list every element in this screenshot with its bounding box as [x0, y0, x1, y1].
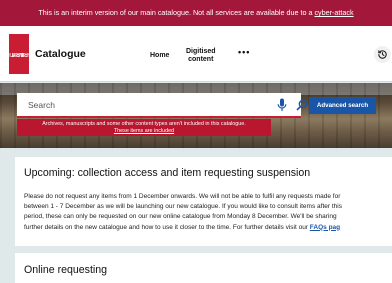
suspension-notice-body: Please do not request any items from 1 D… [24, 192, 392, 233]
search-icon[interactable] [296, 99, 308, 111]
catalogue-title[interactable]: Catalogue [35, 48, 86, 60]
history-button[interactable] [374, 46, 391, 63]
microphone-icon[interactable] [277, 98, 287, 112]
logo-text: BRITISH LIBRARY [1, 51, 38, 57]
advanced-search-button[interactable]: Advanced search [309, 97, 376, 114]
notice-line: period, these can only be requested on o… [24, 213, 337, 221]
nav-more-button[interactable]: ••• [238, 48, 250, 57]
site-header: BRITISH LIBRARY Catalogue Home Digitised c… [0, 26, 392, 82]
search-input[interactable] [17, 93, 257, 116]
banner-text: This is an interim version of our main c… [38, 8, 315, 17]
notice-line: Please do not request any items from 1 D… [24, 193, 341, 200]
online-requesting-title: Online requesting [24, 264, 108, 276]
suspension-notice-title: Upcoming: collection access and item req… [24, 167, 311, 179]
history-clock-icon [378, 50, 387, 59]
catalogue-scope-note: Archives, manuscripts and some other con… [17, 119, 271, 136]
suspension-notice-card: Upcoming: collection access and item req… [15, 157, 392, 246]
cyber-attack-link[interactable]: cyber-attack [314, 8, 353, 17]
notice-line: between 1 - 7 December as we will be lau… [24, 203, 342, 211]
service-banner: This is an interim version of our main c… [0, 0, 392, 26]
nav-digitised-content[interactable]: Digitised content [186, 48, 216, 64]
notice-line-last: further details on the new catalogue and… [24, 223, 341, 231]
british-library-logo[interactable]: BRITISH LIBRARY [1, 34, 38, 74]
included-items-link[interactable]: These items are included [114, 128, 174, 134]
scope-note-text: Archives, manuscripts and some other con… [42, 121, 246, 127]
faqs-link[interactable]: FAQs pag [310, 224, 340, 231]
search-bar [17, 93, 308, 118]
online-requesting-card: Online requesting [15, 253, 392, 283]
nav-home[interactable]: Home [150, 52, 169, 60]
